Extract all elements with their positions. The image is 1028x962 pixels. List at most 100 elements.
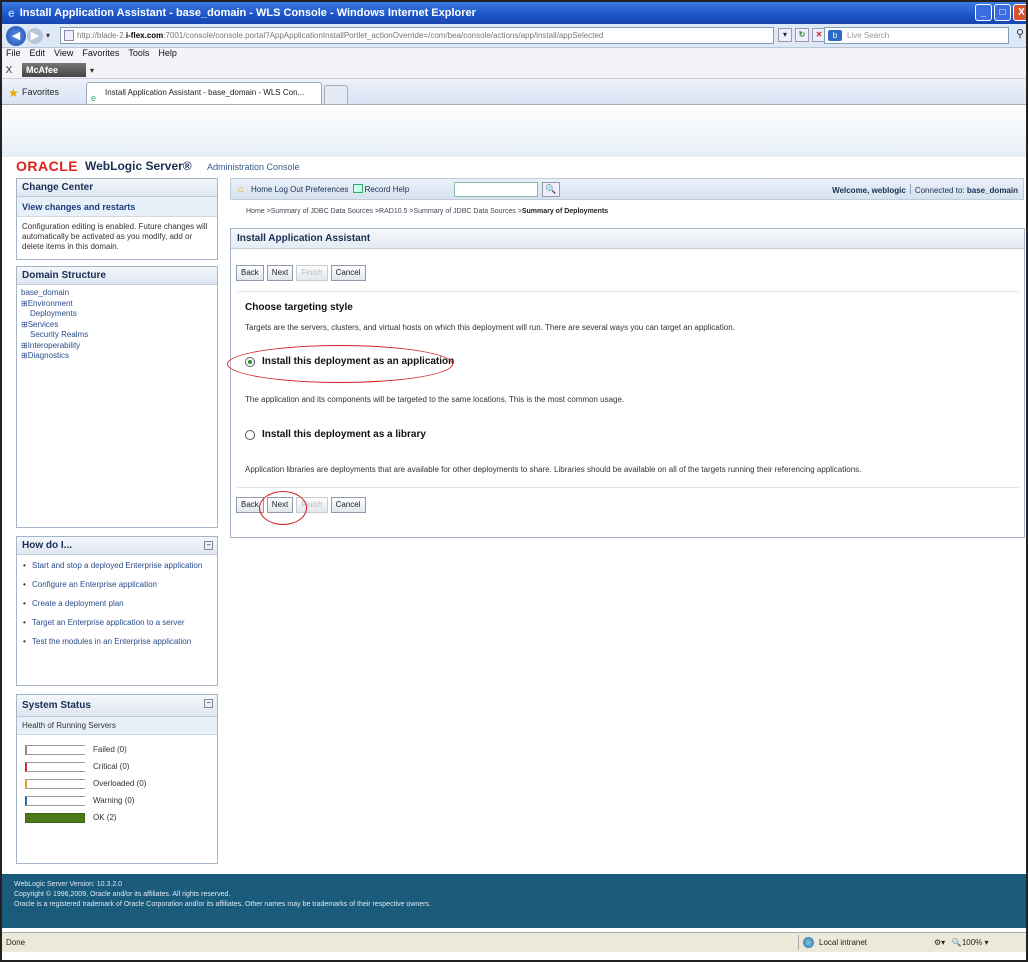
health-row-warning: Warning (0) [17,792,217,809]
browser-window: e Install Application Assistant - base_d… [0,0,1028,962]
address-tools: ▾ ↻ ✕ [778,28,826,42]
tree-item-label: Security Realms [30,330,89,339]
radio-library[interactable] [245,429,255,440]
security-zone[interactable]: Local intranet [798,935,918,950]
forward-arrow-icon[interactable]: ▶ [27,27,43,44]
browser-tab[interactable]: e Install Application Assistant - base_d… [86,82,322,104]
zoom-icon[interactable]: 🔍 [952,938,962,947]
back-button[interactable]: Back [236,265,264,281]
home-icon[interactable]: ⌂ [238,184,243,194]
console-toolbar: ⌂ Home Log Out Preferences Record Help 🔍… [230,178,1024,200]
tree-root-base-domain[interactable]: base_domain [21,288,213,299]
view-changes-link[interactable]: View changes and restarts [17,197,217,217]
back-arrow-icon[interactable]: ◀ [6,25,26,46]
help-link[interactable]: Help [393,185,409,194]
cancel-button[interactable]: Cancel [330,265,366,281]
option-application-description: The application and its components will … [245,395,625,404]
option-library-label: Install this deployment as a library [262,429,426,440]
tab-page-icon: e [91,93,97,103]
connected-label: Connected to: [914,186,965,195]
mcafee-close-icon[interactable]: X [2,65,16,76]
how-do-i-link[interactable]: Create a deployment plan [22,598,212,609]
tree-item-environment[interactable]: ⊞Environment [21,299,213,310]
address-input[interactable]: http://blade-2.i-flex.com:7001/console/c… [60,27,774,44]
zoom-level[interactable]: 100% [962,938,982,947]
system-status-panel: System Status − Health of Running Servers… [16,694,218,864]
menu-favorites[interactable]: Favorites [82,48,119,62]
new-tab-button[interactable] [324,85,348,104]
next-button[interactable]: Next [266,265,294,281]
how-do-i-title: How do I... − [17,537,217,555]
domain-structure-panel: Domain Structure base_domain ⊞Environmen… [16,266,218,528]
tree-expand-icon[interactable]: ⊞ [21,299,28,308]
console-header: ORACLE WebLogic Server® Administration C… [2,105,1026,174]
health-row-failed: Failed (0) [17,741,217,758]
console-search-input[interactable] [454,182,538,197]
preferences-link[interactable]: Preferences [305,185,348,194]
menu-tools[interactable]: Tools [128,48,149,62]
tree-item-services[interactable]: ⊞Services [21,320,213,331]
breadcrumb-path[interactable]: Home >Summary of JDBC Data Sources >RAD1… [246,208,522,215]
mcafee-button[interactable]: McAfee [22,63,86,77]
protected-mode-icon[interactable]: ⚙▾ [934,938,945,947]
refresh-icon[interactable]: ↻ [795,28,809,42]
close-button[interactable]: X [1013,4,1026,21]
option-library[interactable]: Install this deployment as a library [245,429,426,440]
cancel-button-bottom[interactable]: Cancel [330,497,366,513]
change-center-text: Configuration editing is enabled. Future… [22,222,208,251]
collapse-icon[interactable]: − [204,699,213,708]
how-do-i-link[interactable]: Start and stop a deployed Enterprise app… [22,560,212,571]
menu-view[interactable]: View [54,48,73,62]
tree-expand-icon[interactable]: ⊞ [21,320,28,329]
menu-help[interactable]: Help [158,48,177,62]
install-assistant-panel: Install Application Assistant Back Next … [227,228,1025,538]
window-title: Install Application Assistant - base_dom… [19,7,476,19]
divider [237,291,1019,292]
tree-item-diagnostics[interactable]: ⊞Diagnostics [21,351,213,362]
live-search-input[interactable]: b Live Search [824,27,1009,44]
mcafee-dropdown-icon[interactable]: ▾ [90,66,94,75]
tree-expand-icon[interactable]: ⊞ [21,341,28,350]
url-host: i-flex.com [125,31,164,40]
how-do-i-link[interactable]: Target an Enterprise application to a se… [22,617,212,628]
page-icon [64,30,74,41]
menu-file[interactable]: File [6,48,21,62]
url-prefix: http://blade-2. [77,31,126,40]
section-title: Choose targeting style [245,302,353,313]
change-center-panel: Change Center View changes and restarts … [16,178,218,260]
welcome-text: Welcome, weblogic [832,186,906,195]
how-do-i-link[interactable]: Test the modules in an Enterprise applic… [22,636,212,647]
header-band [2,105,1026,157]
record-link[interactable]: Record [365,185,391,194]
address-dropdown-icon[interactable]: ▾ [778,28,792,42]
minimize-button[interactable]: _ [975,4,992,21]
home-link[interactable]: Home [251,185,272,194]
breadcrumb-current: Summary of Deployments [521,208,609,215]
maximize-button[interactable]: □ [994,4,1011,21]
tree-item-interoperability[interactable]: ⊞Interoperability [21,341,213,352]
logout-link[interactable]: Log Out [275,185,303,194]
tree-expand-icon[interactable]: ⊞ [21,351,28,360]
favorites-star-icon[interactable]: ★ [8,86,19,100]
search-icon[interactable]: ⚲ [1012,27,1026,44]
health-title: Health of Running Servers [17,717,217,735]
change-center-title: Change Center [17,179,217,197]
live-search-placeholder: Live Search [847,31,890,40]
tree-item-security-realms[interactable]: Security Realms [21,330,213,341]
menu-edit[interactable]: Edit [30,48,46,62]
tree-item-deployments[interactable]: Deployments [21,309,213,320]
console-footer: WebLogic Server Version: 10.3.2.0 Copyri… [2,874,1026,928]
toolbar-links: Home Log Out Preferences Record Help [251,184,409,194]
tree-item-label: Diagnostics [27,351,70,360]
how-do-i-link[interactable]: Configure an Enterprise application [22,579,212,590]
favorites-button[interactable]: Favorites [22,87,59,97]
history-dropdown-icon[interactable]: ▾ [46,31,50,40]
tree-item-label: Environment [27,298,73,308]
how-do-i-list: Start and stop a deployed Enterprise app… [17,555,217,659]
finish-button[interactable]: Finish [296,265,328,281]
health-label: Overloaded (0) [93,779,147,788]
search-icon[interactable]: 🔍 [542,182,560,197]
record-icon[interactable] [352,184,363,193]
annotation-oval-application [227,345,453,383]
collapse-icon[interactable]: − [204,541,213,550]
